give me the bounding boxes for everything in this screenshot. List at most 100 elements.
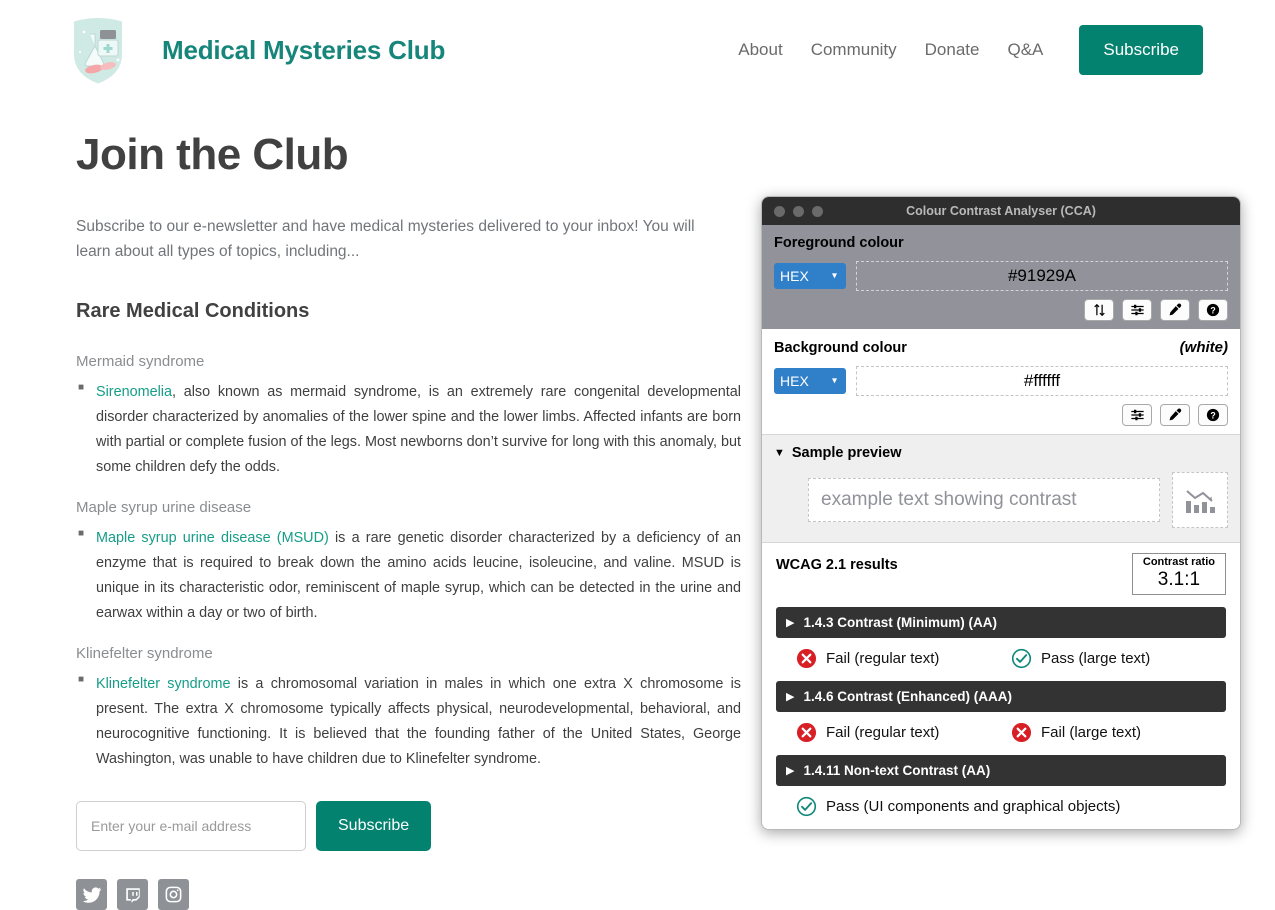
foreground-format-select-wrap: HEX ▾	[774, 263, 846, 289]
result-text: Fail (regular text)	[826, 724, 940, 742]
twitch-icon[interactable]	[117, 879, 148, 910]
sample-graphic	[1172, 472, 1228, 528]
result-item: Pass (UI components and graphical object…	[796, 796, 1120, 817]
wcag-results-section: WCAG 2.1 results Contrast ratio 3.1:1 ▶ …	[762, 542, 1240, 829]
instagram-icon[interactable]	[158, 879, 189, 910]
condition-title: Klinefelter syndrome	[76, 645, 213, 663]
foreground-buttons: ?	[774, 299, 1228, 321]
contrast-ratio-value: 3.1:1	[1157, 569, 1201, 591]
pass-icon	[796, 796, 817, 817]
sample-preview-body: example text showing contrast	[774, 472, 1228, 528]
nav-link-qa[interactable]: Q&A	[993, 40, 1057, 60]
sample-preview-label: Sample preview	[791, 445, 902, 461]
maximize-icon[interactable]	[812, 205, 823, 217]
brand[interactable]: Medical Mysteries Club	[62, 8, 445, 92]
foreground-colour-section: Foreground colour HEX ▾ #91929A ?	[762, 225, 1240, 329]
eyedropper-icon[interactable]	[1160, 404, 1190, 426]
triangle-right-icon: ▶	[786, 617, 795, 630]
sample-preview-section: ▼ Sample preview example text showing co…	[762, 434, 1240, 542]
nav-link-community[interactable]: Community	[797, 40, 911, 60]
list-item: Klinefelter syndrome is a chromosomal va…	[78, 671, 741, 771]
criterion-1.4.6-toggle[interactable]: ▶ 1.4.6 Contrast (Enhanced) (AAA)	[776, 681, 1226, 713]
cca-titlebar[interactable]: Colour Contrast Analyser (CCA)	[762, 197, 1240, 225]
criterion-1.4.11-results: Pass (UI components and graphical object…	[776, 796, 1226, 817]
section-heading: Rare Medical Conditions	[76, 300, 310, 323]
close-icon[interactable]	[774, 205, 785, 217]
foreground-header: Foreground colour	[774, 235, 1228, 251]
medical-shield-badge-logo	[62, 8, 134, 92]
background-colour-section: Background colour (white) HEX ▾ #ffffff …	[762, 329, 1240, 434]
condition-block: Klinefelter syndrome Klinefelter syndrom…	[76, 645, 741, 771]
condition-link[interactable]: Sirenomelia	[96, 384, 172, 400]
background-hex-input[interactable]	[856, 366, 1228, 396]
nav-link-about[interactable]: About	[724, 40, 796, 60]
condition-list: Maple syrup urine disease (MSUD) is a ra…	[76, 525, 741, 625]
background-header: Background colour (white)	[774, 339, 1228, 356]
pass-icon	[1011, 648, 1032, 669]
help-icon[interactable]: ?	[1198, 404, 1228, 426]
criterion-1.4.11-toggle[interactable]: ▶ 1.4.11 Non-text Contrast (AA)	[776, 755, 1226, 787]
condition-link[interactable]: Klinefelter syndrome	[96, 676, 230, 692]
wcag-title: WCAG 2.1 results	[776, 557, 898, 573]
twitter-icon[interactable]	[76, 879, 107, 910]
subscribe-form: Subscribe	[76, 801, 726, 852]
foreground-format-select[interactable]: HEX	[774, 263, 846, 289]
fail-icon	[796, 648, 817, 669]
window-controls	[774, 205, 823, 217]
contrast-ratio-label: Contrast ratio	[1142, 556, 1215, 568]
brand-title: Medical Mysteries Club	[162, 34, 446, 65]
background-label: Background colour	[774, 340, 907, 356]
criterion-label: 1.4.6 Contrast (Enhanced) (AAA)	[803, 689, 1012, 705]
condition-link[interactable]: Maple syrup urine disease (MSUD)	[96, 530, 329, 546]
wcag-header: WCAG 2.1 results Contrast ratio 3.1:1	[776, 553, 1226, 596]
condition-body: , also known as mermaid syndrome, is an …	[96, 384, 741, 475]
page-title: Join the Club	[76, 130, 349, 179]
criterion-label: 1.4.11 Non-text Contrast (AA)	[803, 763, 991, 779]
fail-icon	[796, 722, 817, 743]
triangle-right-icon: ▶	[786, 691, 795, 704]
foreground-label: Foreground colour	[774, 235, 904, 251]
header-subscribe-button[interactable]: Subscribe	[1079, 25, 1203, 75]
social-links	[76, 879, 726, 910]
criterion-1.4.3-results: Fail (regular text) Pass (large text)	[776, 648, 1226, 669]
criterion-1.4.3-toggle[interactable]: ▶ 1.4.3 Contrast (Minimum) (AA)	[776, 607, 1226, 639]
minimize-icon[interactable]	[793, 205, 804, 217]
help-icon[interactable]: ?	[1198, 299, 1228, 321]
triangle-down-icon: ▼	[774, 447, 785, 459]
list-item: Maple syrup urine disease (MSUD) is a ra…	[78, 525, 741, 625]
criterion-label: 1.4.3 Contrast (Minimum) (AA)	[803, 615, 997, 631]
site-header: Medical Mysteries Club About Community D…	[0, 0, 1275, 100]
condition-title: Mermaid syndrome	[76, 353, 205, 371]
condition-block: Mermaid syndrome Sirenomelia, also known…	[76, 353, 741, 479]
sample-preview-toggle[interactable]: ▼ Sample preview	[774, 445, 1228, 461]
condition-list: Klinefelter syndrome is a chromosomal va…	[76, 671, 741, 771]
result-text: Pass (UI components and graphical object…	[826, 798, 1121, 816]
background-format-select[interactable]: HEX	[774, 368, 846, 394]
swap-colours-icon[interactable]	[1084, 299, 1114, 321]
background-colour-note: (white)	[1179, 339, 1228, 356]
sliders-icon[interactable]	[1122, 299, 1152, 321]
subscribe-button[interactable]: Subscribe	[316, 801, 432, 852]
email-field[interactable]	[76, 801, 306, 852]
background-colour-row: HEX ▾	[774, 366, 1228, 396]
result-text: Pass (large text)	[1041, 650, 1151, 668]
sliders-icon[interactable]	[1122, 404, 1152, 426]
nav-link-donate[interactable]: Donate	[911, 40, 994, 60]
intro-paragraph: Subscribe to our e-newsletter and have m…	[76, 218, 695, 261]
fail-icon	[1011, 722, 1032, 743]
foreground-hex-input[interactable]	[856, 261, 1228, 291]
background-buttons: ?	[774, 404, 1228, 426]
result-item: Fail (large text)	[1011, 722, 1226, 743]
svg-text:?: ?	[1210, 306, 1215, 316]
bar-chart-decline-icon	[1186, 490, 1215, 513]
result-item: Fail (regular text)	[796, 648, 1011, 669]
foreground-colour-row: HEX ▾	[774, 261, 1228, 291]
eyedropper-icon[interactable]	[1160, 299, 1190, 321]
result-text: Fail (regular text)	[826, 650, 940, 668]
cca-window: Colour Contrast Analyser (CCA) Foregroun…	[761, 196, 1241, 830]
window-title: Colour Contrast Analyser (CCA)	[906, 204, 1096, 218]
result-item: Fail (regular text)	[796, 722, 1011, 743]
condition-list: Sirenomelia, also known as mermaid syndr…	[76, 379, 741, 479]
list-item: Sirenomelia, also known as mermaid syndr…	[78, 379, 741, 479]
page-content: Join the Club Subscribe to our e-newslet…	[76, 130, 741, 910]
